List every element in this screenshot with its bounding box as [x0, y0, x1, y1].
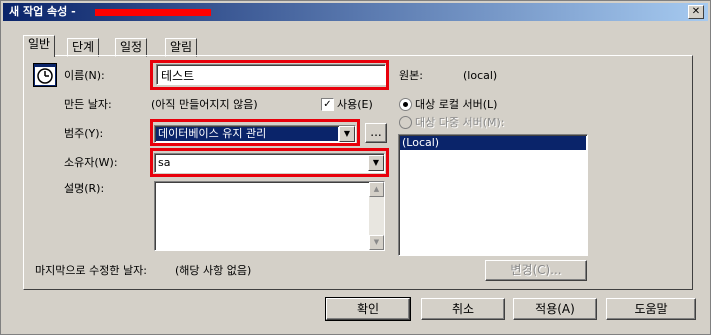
- scroll-up-icon[interactable]: ▲: [369, 182, 384, 197]
- highlight-category: [150, 119, 360, 146]
- close-button[interactable]: ✕: [688, 5, 704, 19]
- ok-button[interactable]: 확인: [325, 297, 411, 321]
- target-local-label[interactable]: 대상 로컬 서버(L): [415, 98, 497, 112]
- source-value: (local): [463, 69, 498, 82]
- description-textarea[interactable]: ▲ ▼: [154, 181, 385, 251]
- enabled-label[interactable]: 사용(E): [337, 98, 373, 112]
- highlight-owner: [150, 148, 389, 177]
- help-button[interactable]: 도움말: [606, 298, 696, 320]
- job-icon: [33, 63, 57, 87]
- change-button: 변경(C)...: [485, 260, 587, 281]
- created-label: 만든 날자:: [64, 98, 112, 111]
- category-label: 범주(Y):: [64, 127, 104, 140]
- created-value: (아직 만들어지지 않음): [151, 98, 258, 111]
- description-scrollbar[interactable]: ▲ ▼: [369, 182, 384, 250]
- title-bar[interactable]: 새 작업 속성 - ✕: [3, 3, 708, 21]
- scroll-down-icon[interactable]: ▼: [369, 235, 384, 250]
- tab-general[interactable]: 일반: [23, 35, 56, 57]
- source-label: 원본:: [399, 69, 423, 82]
- target-server-list[interactable]: (Local): [398, 134, 588, 256]
- name-label: 이름(N):: [64, 69, 105, 82]
- job-properties-dialog: 새 작업 속성 - ✕ 일반 단계 일정 알림 이름(N): 테스트 원본: (…: [0, 0, 711, 335]
- redacted-title-part: [95, 9, 211, 16]
- target-local-radio[interactable]: [399, 98, 412, 111]
- owner-label: 소유자(W):: [64, 156, 118, 169]
- category-browse-button[interactable]: ...: [365, 123, 387, 143]
- last-modified-label: 마지막으로 수정한 날자:: [35, 264, 147, 277]
- target-multi-radio[interactable]: [399, 116, 412, 129]
- apply-button[interactable]: 적용(A): [513, 298, 597, 320]
- enabled-checkbox[interactable]: ✓: [321, 98, 334, 111]
- list-item[interactable]: (Local): [400, 136, 586, 150]
- last-modified-value: (해당 사항 없음): [175, 264, 252, 277]
- window-title: 새 작업 속성 -: [9, 5, 76, 18]
- highlight-name: [150, 60, 389, 90]
- description-label: 설명(R):: [64, 182, 105, 195]
- cancel-button[interactable]: 취소: [421, 298, 505, 320]
- target-multi-label: 대상 다중 서버(M):: [415, 116, 505, 129]
